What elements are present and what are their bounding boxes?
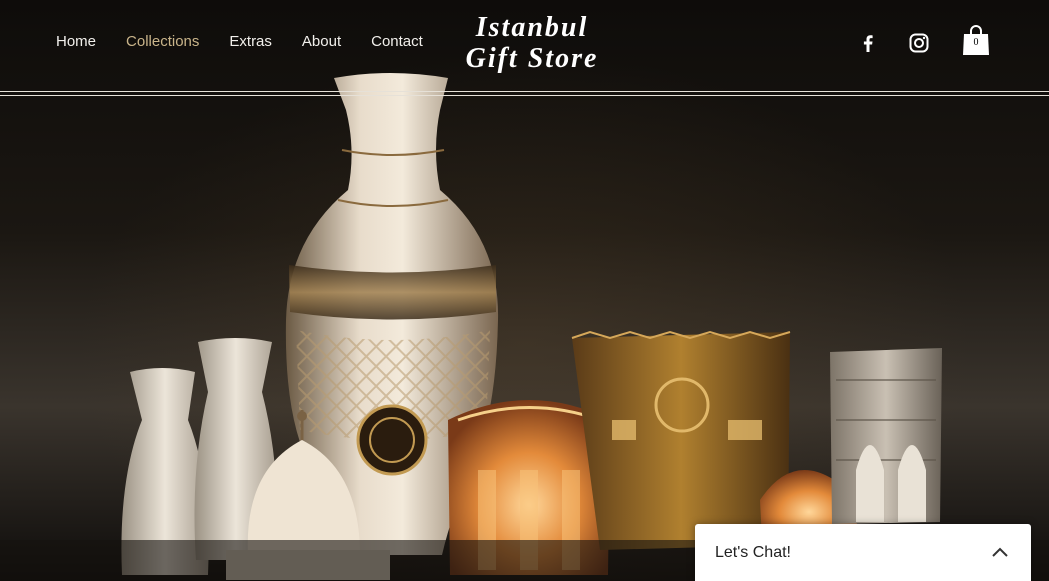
glassware-collection-image — [0, 73, 1049, 581]
nav-about[interactable]: About — [302, 33, 341, 51]
brand-line-2: Gift Store — [465, 43, 599, 74]
header-divider-lower — [0, 95, 1049, 96]
hero-background — [0, 0, 1049, 581]
nav-extras[interactable]: Extras — [229, 33, 272, 51]
nav-contact[interactable]: Contact — [371, 33, 423, 51]
brand-line-1: Istanbul — [475, 12, 589, 43]
nav-home[interactable]: Home — [56, 33, 96, 51]
chevron-up-icon[interactable] — [991, 544, 1009, 562]
facebook-link[interactable] — [856, 31, 880, 55]
cart-count: 0 — [973, 37, 979, 48]
chat-widget[interactable]: Let's Chat! — [695, 524, 1031, 581]
cart-button[interactable]: 0 — [962, 25, 990, 55]
facebook-icon — [863, 35, 873, 52]
instagram-icon — [909, 33, 929, 53]
main-navigation: Home Collections Extras About Contact — [56, 33, 453, 51]
instagram-link[interactable] — [907, 31, 931, 55]
chat-label: Let's Chat! — [715, 544, 791, 561]
header-divider — [0, 91, 1049, 92]
nav-collections[interactable]: Collections — [126, 33, 199, 51]
site-logo[interactable]: Istanbul Gift Store — [452, 12, 612, 74]
